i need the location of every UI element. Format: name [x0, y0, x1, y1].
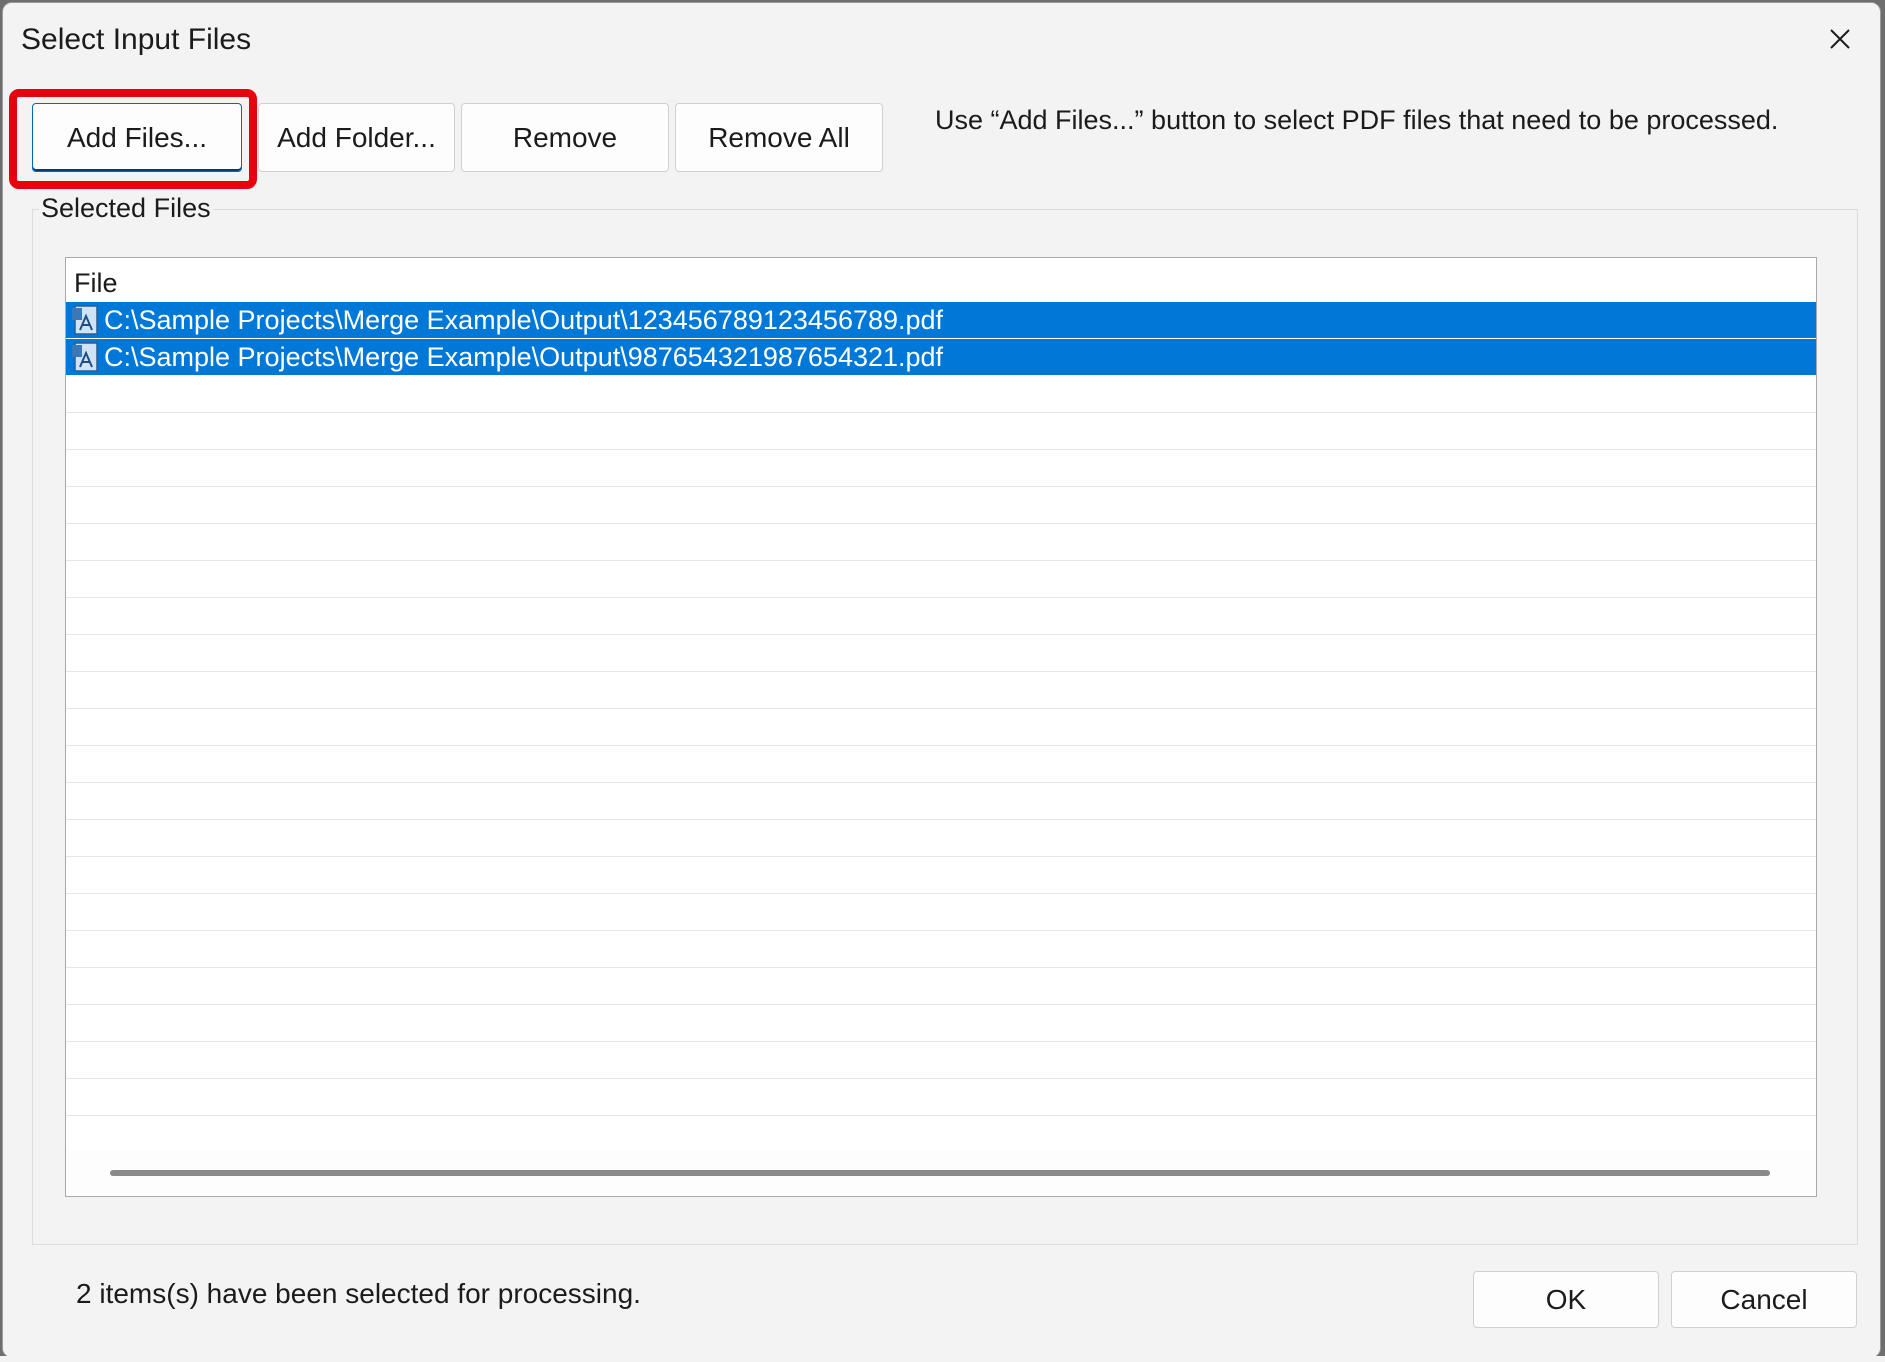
empty-row: [66, 931, 1816, 968]
background-strip: [0, 1356, 1885, 1362]
cancel-button[interactable]: Cancel: [1671, 1271, 1857, 1328]
title-bar: Select Input Files: [3, 3, 1880, 75]
empty-row: [66, 746, 1816, 783]
select-input-files-dialog: Select Input Files Add Files... Add Fold…: [2, 2, 1881, 1358]
file-list[interactable]: File C:\Sample Projects\Merge Example\Ou…: [65, 257, 1817, 1197]
file-rows: C:\Sample Projects\Merge Example\Output\…: [66, 302, 1816, 1150]
instruction-text: Use “Add Files...” button to select PDF …: [935, 105, 1779, 135]
empty-row: [66, 1005, 1816, 1042]
empty-row: [66, 635, 1816, 672]
add-files-button[interactable]: Add Files...: [32, 103, 242, 172]
empty-row: [66, 413, 1816, 450]
empty-row: [66, 450, 1816, 487]
file-path: C:\Sample Projects\Merge Example\Output\…: [104, 304, 944, 336]
ok-button[interactable]: OK: [1473, 1271, 1659, 1328]
table-row[interactable]: C:\Sample Projects\Merge Example\Output\…: [66, 302, 1816, 339]
empty-row: [66, 1042, 1816, 1079]
empty-row: [66, 857, 1816, 894]
remove-button[interactable]: Remove: [461, 103, 669, 172]
empty-row: [66, 968, 1816, 1005]
empty-row: [66, 894, 1816, 931]
horizontal-scrollbar[interactable]: [66, 1150, 1816, 1196]
pdf-file-icon: [72, 305, 98, 335]
table-row[interactable]: C:\Sample Projects\Merge Example\Output\…: [66, 339, 1816, 376]
empty-row: [66, 561, 1816, 598]
selected-files-label: Selected Files: [39, 193, 213, 224]
empty-row: [66, 820, 1816, 857]
dialog-title: Select Input Files: [21, 23, 252, 56]
empty-row: [66, 709, 1816, 746]
empty-row: [66, 672, 1816, 709]
close-icon: [1830, 29, 1850, 49]
file-path: C:\Sample Projects\Merge Example\Output\…: [104, 341, 944, 373]
status-text: 2 items(s) have been selected for proces…: [76, 1278, 641, 1309]
empty-row: [66, 376, 1816, 413]
empty-row: [66, 524, 1816, 561]
empty-row: [66, 783, 1816, 820]
scrollbar-thumb[interactable]: [110, 1170, 1770, 1176]
empty-row: [66, 598, 1816, 635]
empty-row: [66, 1079, 1816, 1116]
pdf-file-icon: [72, 342, 98, 372]
file-column-label: File: [74, 268, 118, 298]
add-folder-button[interactable]: Add Folder...: [258, 103, 455, 172]
close-button[interactable]: [1800, 3, 1880, 75]
remove-all-button[interactable]: Remove All: [675, 103, 883, 172]
empty-row: [66, 487, 1816, 524]
file-column-header[interactable]: File: [66, 258, 1816, 302]
